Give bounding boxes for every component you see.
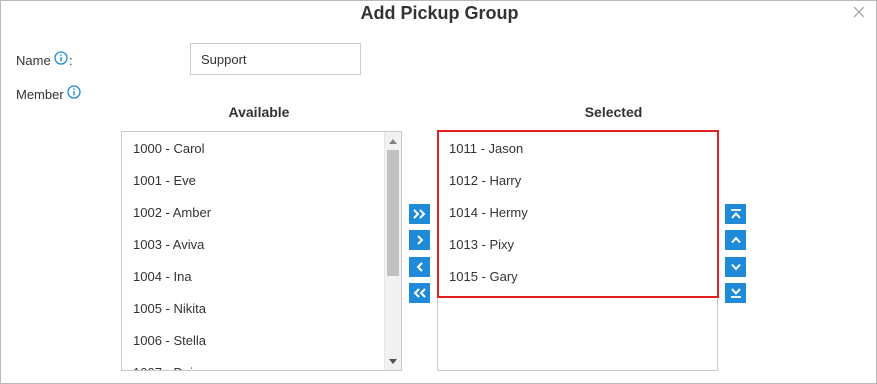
scroll-up-arrow[interactable] bbox=[385, 134, 401, 148]
scroll-down-arrow[interactable] bbox=[385, 354, 401, 368]
move-right-button[interactable] bbox=[409, 230, 430, 250]
available-scrollbar[interactable] bbox=[384, 132, 401, 370]
available-item[interactable]: 1007 - Daisy bbox=[122, 357, 383, 370]
dialog-title: Add Pickup Group bbox=[360, 3, 519, 23]
selected-item[interactable]: 1015 - Gary bbox=[438, 261, 717, 293]
selected-item[interactable]: 1014 - Hermy bbox=[438, 197, 717, 229]
move-to-bottom-button[interactable] bbox=[725, 283, 746, 303]
name-info-icon[interactable] bbox=[54, 51, 68, 65]
selected-item[interactable]: 1013 - Pixy bbox=[438, 229, 717, 261]
member-label: Member bbox=[16, 87, 64, 102]
scroll-down-icon bbox=[389, 358, 397, 364]
move-all-left-button[interactable] bbox=[409, 283, 430, 303]
selected-list[interactable]: 1011 - Jason 1012 - Harry 1014 - Hermy 1… bbox=[437, 131, 718, 371]
chevron-down-icon bbox=[730, 263, 741, 271]
close-icon bbox=[853, 6, 865, 18]
move-left-button[interactable] bbox=[409, 257, 430, 277]
move-up-button[interactable] bbox=[725, 230, 746, 250]
double-chevron-right-icon bbox=[413, 209, 426, 219]
available-list[interactable]: 1000 - Carol 1001 - Eve 1002 - Amber 100… bbox=[121, 131, 402, 371]
move-down-button[interactable] bbox=[725, 257, 746, 277]
chevron-left-icon bbox=[416, 262, 423, 272]
available-heading: Available bbox=[228, 104, 290, 120]
available-item[interactable]: 1000 - Carol bbox=[122, 133, 383, 165]
close-button[interactable] bbox=[852, 5, 866, 19]
chevron-up-icon bbox=[730, 236, 741, 244]
selected-item[interactable]: 1012 - Harry bbox=[438, 165, 717, 197]
move-to-top-icon bbox=[730, 209, 741, 219]
name-label: Name bbox=[16, 53, 51, 68]
chevron-right-icon bbox=[416, 235, 423, 245]
selected-item[interactable]: 1011 - Jason bbox=[438, 133, 717, 165]
double-chevron-left-icon bbox=[413, 288, 426, 298]
available-item[interactable]: 1002 - Amber bbox=[122, 197, 383, 229]
available-item[interactable]: 1003 - Aviva bbox=[122, 229, 383, 261]
available-item[interactable]: 1001 - Eve bbox=[122, 165, 383, 197]
name-input[interactable] bbox=[190, 43, 361, 75]
name-label-suffix: : bbox=[69, 53, 73, 68]
add-pickup-group-dialog: Add Pickup Group Name : Member Available… bbox=[0, 0, 877, 384]
move-to-bottom-icon bbox=[730, 288, 741, 298]
selected-heading: Selected bbox=[584, 104, 643, 120]
scroll-up-icon bbox=[389, 138, 397, 144]
scrollbar-thumb[interactable] bbox=[387, 150, 399, 276]
move-all-right-button[interactable] bbox=[409, 204, 430, 224]
available-item[interactable]: 1006 - Stella bbox=[122, 325, 383, 357]
available-item[interactable]: 1005 - Nikita bbox=[122, 293, 383, 325]
member-info-icon[interactable] bbox=[67, 85, 81, 99]
available-item[interactable]: 1004 - Ina bbox=[122, 261, 383, 293]
move-to-top-button[interactable] bbox=[725, 204, 746, 224]
